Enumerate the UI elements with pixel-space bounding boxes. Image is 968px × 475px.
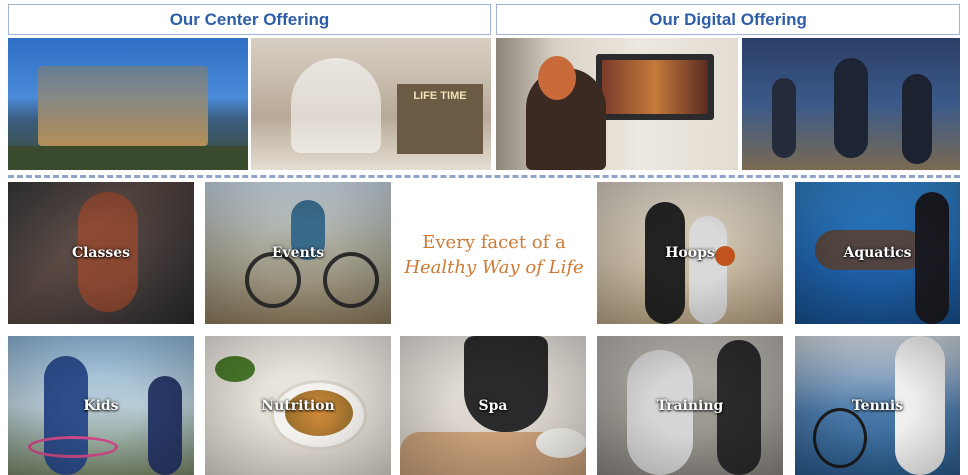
photo-digital-studio <box>742 38 960 170</box>
tile-kids-label: Kids <box>83 397 119 414</box>
tile-nutrition[interactable]: Nutrition <box>205 336 391 475</box>
tile-hoops[interactable]: Hoops <box>597 182 783 324</box>
digital-offering-title: Our Digital Offering <box>649 9 807 29</box>
photo-center-lobby: LIFE TIME <box>251 38 491 170</box>
tile-nutrition-label: Nutrition <box>261 397 335 414</box>
tile-hoops-label: Hoops <box>665 245 715 261</box>
tile-spa[interactable]: Spa <box>400 336 586 475</box>
tile-classes[interactable]: Classes <box>8 182 194 324</box>
tile-training-label: Training <box>656 397 724 414</box>
photo-digital-home <box>496 38 738 170</box>
center-offering-title: Our Center Offering <box>169 9 330 29</box>
tile-classes-label: Classes <box>71 245 131 261</box>
tile-events-label: Events <box>271 245 325 261</box>
tile-tennis[interactable]: Tennis <box>795 336 960 475</box>
tile-events[interactable]: Events <box>205 182 391 324</box>
tile-tennis-label: Tennis <box>851 397 904 414</box>
photo-center-building <box>8 38 248 170</box>
tile-aquatics-label: Aquatics <box>843 245 912 261</box>
tagline-line1: Every facet of a <box>422 232 566 253</box>
tile-aquatics[interactable]: Aquatics <box>795 182 960 324</box>
tile-kids[interactable]: Kids <box>8 336 194 475</box>
digital-offering-header: Our Digital Offering <box>496 4 960 35</box>
tagline: Every facet of a Healthy Way of Life <box>396 230 592 280</box>
lobby-sign-text: LIFE TIME <box>413 90 467 102</box>
tile-spa-label: Spa <box>478 397 508 414</box>
tagline-line2: Healthy Way of Life <box>404 257 584 278</box>
center-offering-header: Our Center Offering <box>8 4 491 35</box>
section-divider <box>8 175 960 178</box>
tile-training[interactable]: Training <box>597 336 783 475</box>
